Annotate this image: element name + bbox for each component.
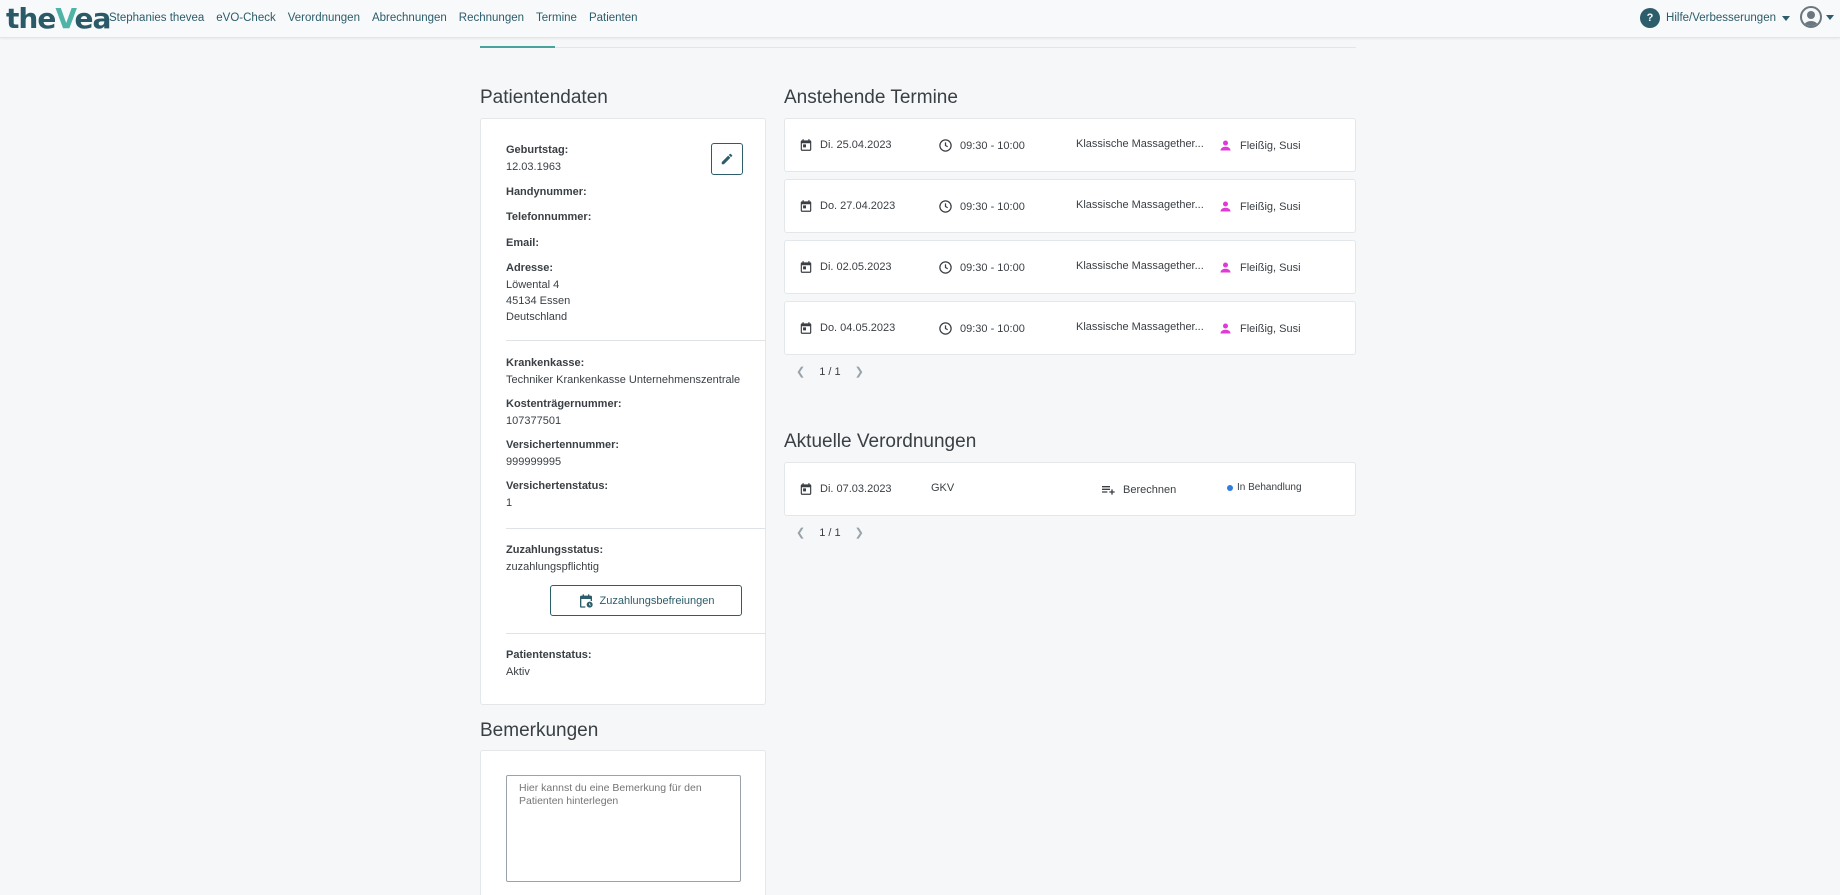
divider bbox=[506, 633, 766, 634]
clock-icon bbox=[939, 139, 952, 152]
main-nav: Stephanies thevea eVO-Check Verordnungen… bbox=[109, 12, 638, 24]
nav-item-evo-check[interactable]: eVO-Check bbox=[216, 12, 275, 24]
chevron-down-icon bbox=[1826, 14, 1834, 20]
pencil-icon bbox=[721, 153, 733, 165]
calculate-label: Berechnen bbox=[1123, 484, 1177, 496]
appointment-time: 09:30 - 10:00 bbox=[960, 261, 1025, 274]
appointment-therapist: Fleißig, Susi bbox=[1240, 322, 1301, 335]
email-field: Email: bbox=[506, 237, 540, 249]
divider bbox=[506, 528, 766, 529]
status-dot-icon bbox=[1227, 484, 1233, 491]
patient-status-field: Patientenstatus: Aktiv bbox=[506, 649, 592, 678]
help-menu[interactable]: ? Hilfe/Verbesserungen bbox=[1640, 8, 1790, 28]
appointment-time: 09:30 - 10:00 bbox=[960, 200, 1025, 213]
user-menu[interactable] bbox=[1800, 6, 1834, 28]
appointments-pager: ❮ 1 / 1 ❯ bbox=[796, 365, 864, 379]
remark-textarea[interactable] bbox=[506, 775, 741, 882]
appointment-row[interactable]: Di. 25.04.2023 09:30 - 10:00 Klassische … bbox=[784, 118, 1356, 172]
question-icon: ? bbox=[1640, 8, 1661, 28]
prescription-type: GKV bbox=[931, 482, 955, 494]
divider bbox=[506, 340, 766, 341]
prescriptions-title: Aktuelle Verordnungen bbox=[784, 431, 977, 452]
top-navbar: theVea Stephanies thevea eVO-Check Veror… bbox=[0, 0, 1840, 38]
nav-item-rechnungen[interactable]: Rechnungen bbox=[459, 12, 524, 24]
nav-item-patienten[interactable]: Patienten bbox=[589, 12, 638, 24]
chevron-right-icon[interactable]: ❯ bbox=[855, 365, 864, 378]
thevea-logo[interactable]: theVea bbox=[6, 2, 111, 35]
active-tab-indicator bbox=[480, 46, 555, 48]
appointment-time: 09:30 - 10:00 bbox=[960, 139, 1025, 152]
appointment-row[interactable]: Do. 27.04.2023 09:30 - 10:00 Klassische … bbox=[784, 179, 1356, 233]
clock-icon bbox=[939, 261, 952, 274]
chevron-left-icon[interactable]: ❮ bbox=[796, 526, 805, 539]
appointment-treatment: Klassische Massagether... bbox=[1076, 321, 1204, 333]
calendar-icon bbox=[800, 139, 812, 151]
chevron-down-icon bbox=[1782, 15, 1790, 21]
prescription-row[interactable]: Di. 07.03.2023 GKV Berechnen In Behandlu… bbox=[784, 462, 1356, 516]
prescriptions-pager: ❮ 1 / 1 ❯ bbox=[796, 526, 864, 540]
chevron-right-icon[interactable]: ❯ bbox=[855, 526, 864, 539]
patient-data-card: Geburtstag: 12.03.1963 Handynummer: Tele… bbox=[480, 118, 766, 705]
cost-carrier-field: Kostenträgernummer: 107377501 bbox=[506, 398, 622, 427]
tab-bar-line bbox=[480, 47, 1356, 48]
appointments-title: Anstehende Termine bbox=[784, 87, 958, 108]
appointment-date: Di. 02.05.2023 bbox=[820, 261, 892, 273]
appointment-row[interactable]: Do. 04.05.2023 09:30 - 10:00 Klassische … bbox=[784, 301, 1356, 355]
appointment-treatment: Klassische Massagether... bbox=[1076, 138, 1204, 150]
page-indicator: 1 / 1 bbox=[819, 526, 841, 539]
insured-number-field: Versichertennummer: 999999995 bbox=[506, 439, 620, 468]
mobile-field: Handynummer: bbox=[506, 186, 587, 198]
calendar-icon bbox=[800, 483, 812, 495]
clock-icon bbox=[939, 200, 952, 213]
person-icon bbox=[1220, 201, 1231, 212]
nav-item-verordnungen[interactable]: Verordnungen bbox=[288, 12, 360, 24]
status-badge: In Behandlung bbox=[1227, 482, 1302, 493]
clock-icon bbox=[939, 322, 952, 335]
remarks-title: Bemerkungen bbox=[480, 720, 599, 741]
nav-item-abrechnungen[interactable]: Abrechnungen bbox=[372, 12, 447, 24]
playlist-add-icon bbox=[1102, 486, 1115, 495]
calendar-icon bbox=[800, 200, 812, 212]
calendar-icon bbox=[800, 322, 812, 334]
chevron-left-icon[interactable]: ❮ bbox=[796, 365, 805, 378]
nav-item-stephanies-thevea[interactable]: Stephanies thevea bbox=[109, 12, 204, 24]
page-indicator: 1 / 1 bbox=[819, 365, 841, 378]
birthday-field: Geburtstag: 12.03.1963 bbox=[506, 144, 569, 173]
appointment-date: Do. 04.05.2023 bbox=[820, 322, 896, 334]
copay-status-field: Zuzahlungsstatus: zuzahlungspflichtig bbox=[506, 544, 604, 573]
help-label: Hilfe/Verbesserungen bbox=[1666, 12, 1776, 24]
insured-status-field: Versichertenstatus: 1 bbox=[506, 480, 609, 509]
appointment-date: Di. 25.04.2023 bbox=[820, 139, 892, 151]
address-field: Adresse: Löwental 4 45134 Essen Deutschl… bbox=[506, 262, 571, 323]
edit-patient-button[interactable] bbox=[711, 143, 743, 175]
appointment-therapist: Fleißig, Susi bbox=[1240, 139, 1301, 152]
remarks-card bbox=[480, 750, 766, 895]
calculate-action[interactable]: Berechnen bbox=[1100, 482, 1176, 498]
copay-exemptions-button[interactable]: Zuzahlungsbefreiungen bbox=[550, 585, 742, 616]
appointment-time: 09:30 - 10:00 bbox=[960, 322, 1025, 335]
appointment-therapist: Fleißig, Susi bbox=[1240, 200, 1301, 213]
appointment-date: Do. 27.04.2023 bbox=[820, 200, 896, 212]
appointment-therapist: Fleißig, Susi bbox=[1240, 261, 1301, 274]
person-icon bbox=[1220, 262, 1231, 273]
calendar-clock-icon bbox=[579, 593, 593, 608]
insurance-field: Krankenkasse: Techniker Krankenkasse Unt… bbox=[506, 357, 741, 386]
appointment-row[interactable]: Di. 02.05.2023 09:30 - 10:00 Klassische … bbox=[784, 240, 1356, 294]
copay-exemptions-label: Zuzahlungsbefreiungen bbox=[599, 594, 715, 607]
prescription-date: Di. 07.03.2023 bbox=[820, 483, 892, 495]
nav-item-termine[interactable]: Termine bbox=[536, 12, 577, 24]
patient-data-title: Patientendaten bbox=[480, 87, 608, 108]
person-icon bbox=[1220, 323, 1231, 334]
appointment-treatment: Klassische Massagether... bbox=[1076, 260, 1204, 272]
avatar bbox=[1800, 6, 1822, 28]
phone-field: Telefonnummer: bbox=[506, 211, 592, 223]
status-label: In Behandlung bbox=[1237, 482, 1302, 493]
appointment-treatment: Klassische Massagether... bbox=[1076, 199, 1204, 211]
calendar-icon bbox=[800, 261, 812, 273]
person-icon bbox=[1220, 140, 1231, 151]
